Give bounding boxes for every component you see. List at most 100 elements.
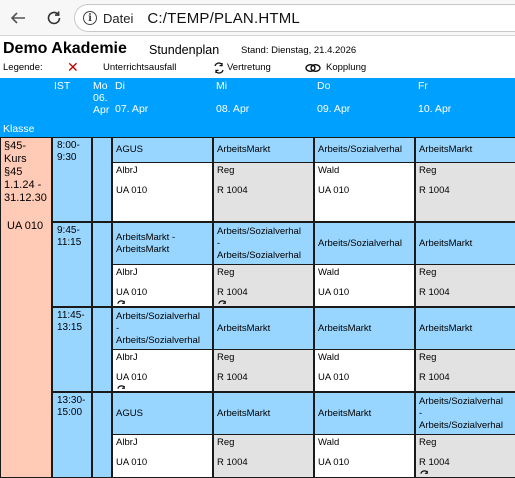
substitution-icon bbox=[217, 300, 228, 306]
scheme-label: Datei bbox=[103, 10, 134, 26]
lesson-subject[interactable]: Arbeits/Sozialverhal - Arbeits/Sozialverha… bbox=[213, 222, 314, 265]
header-day-do[interactable]: Do 09. Apr bbox=[314, 78, 415, 137]
lesson-room: UA 010 bbox=[116, 185, 148, 196]
lesson-details[interactable]: Reg R 1004 bbox=[415, 265, 515, 307]
lesson-subject-line-0: ArbeitsMarkt bbox=[318, 322, 372, 334]
lesson-room: UA 010 bbox=[116, 457, 148, 468]
lesson-teacher: Reg bbox=[419, 352, 437, 363]
lesson-subject-line-1: ArbeitsMarkt bbox=[116, 243, 170, 255]
klasse-line-3: 1.1.24 - bbox=[4, 179, 42, 191]
lesson-subject[interactable]: ArbeitsMarkt bbox=[213, 137, 314, 163]
header-ist-label: IST bbox=[54, 80, 71, 92]
lesson-teacher: Wald bbox=[318, 352, 340, 363]
time-slot: 8:00- 9:30 bbox=[52, 137, 92, 222]
lesson-subject-line-0: Arbeits/Sozialverhal bbox=[419, 395, 503, 407]
klasse-cell[interactable]: §45- Kurs §45 1.1.24 -31.12.30 UA 010 bbox=[0, 137, 52, 478]
header-day-name: Di bbox=[115, 80, 125, 92]
lesson-spacer bbox=[318, 449, 411, 457]
lesson-subject[interactable]: AGUS bbox=[112, 392, 213, 435]
reload-icon[interactable] bbox=[42, 6, 66, 30]
lesson-subject-line-0: ArbeitsMarkt - bbox=[116, 231, 176, 243]
header-day-name: Fr bbox=[418, 80, 428, 92]
time-line-0: 13:30- bbox=[57, 395, 86, 406]
lesson-details[interactable]: AlbrJ UA 010 bbox=[112, 350, 213, 392]
header-monday: Mo 06. Apr bbox=[92, 78, 112, 137]
lesson-subject[interactable]: ArbeitsMarkt bbox=[415, 307, 515, 350]
lesson-room: UA 010 bbox=[116, 372, 148, 383]
lesson-spacer bbox=[419, 279, 512, 287]
lesson-teacher: AlbrJ bbox=[116, 267, 138, 278]
lesson-room: UA 010 bbox=[318, 372, 350, 383]
lesson-details[interactable]: Wald UA 010 bbox=[314, 265, 415, 307]
header-klasse: Klasse bbox=[0, 78, 52, 137]
lesson-teacher: Wald bbox=[318, 267, 340, 278]
lesson-teacher: Wald bbox=[318, 165, 340, 176]
lesson-spacer bbox=[116, 279, 209, 287]
lesson-teacher: AlbrJ bbox=[116, 165, 138, 176]
lesson-details[interactable]: Reg R 1004 bbox=[415, 350, 515, 392]
klasse-line-4: 31.12.30 bbox=[4, 192, 47, 204]
header-day-date: 09. Apr bbox=[317, 103, 351, 115]
lesson-subject-line-0: AGUS bbox=[116, 407, 143, 419]
lesson-subject[interactable]: AGUS bbox=[112, 137, 213, 163]
lesson-subject-line-1: - bbox=[116, 322, 120, 334]
page-subtitle: Stundenplan bbox=[149, 43, 220, 57]
header-day-date: 10. Apr bbox=[418, 103, 452, 115]
lesson-room: R 1004 bbox=[217, 287, 248, 298]
lesson-details[interactable]: Reg R 1004 bbox=[415, 163, 515, 222]
lesson-room: UA 010 bbox=[116, 287, 148, 298]
coupling-icon bbox=[305, 63, 321, 76]
time-line-0: 11:45- bbox=[57, 310, 85, 321]
lesson-details[interactable]: Wald UA 010 bbox=[314, 163, 415, 222]
header-day-date: 08. Apr bbox=[216, 103, 250, 115]
lesson-details[interactable]: Reg R 1004 bbox=[213, 350, 314, 392]
klasse-line-0: §45- bbox=[4, 140, 27, 152]
lesson-subject[interactable]: ArbeitsMarkt bbox=[213, 307, 314, 350]
header-day-fr[interactable]: Fr 10. Apr bbox=[415, 78, 515, 137]
lesson-room: UA 010 bbox=[318, 287, 350, 298]
lesson-subject[interactable]: Arbeits/Sozialverhal - Arbeits/Sozialverha… bbox=[415, 392, 515, 435]
lesson-teacher: Reg bbox=[217, 437, 235, 448]
back-arrow-icon[interactable] bbox=[6, 6, 30, 30]
lesson-spacer bbox=[116, 449, 209, 457]
lesson-spacer bbox=[217, 364, 310, 372]
address-bar[interactable]: i Datei C:/TEMP/PLAN.HTML bbox=[74, 4, 515, 32]
url-text[interactable]: C:/TEMP/PLAN.HTML bbox=[147, 10, 300, 27]
lesson-subject[interactable]: ArbeitsMarkt bbox=[314, 307, 415, 350]
lesson-details[interactable]: Reg R 1004 bbox=[213, 265, 314, 307]
time-line-1: 13:15 bbox=[57, 322, 83, 333]
lesson-teacher: AlbrJ bbox=[116, 437, 138, 448]
lesson-details[interactable]: AlbrJ UA 010 bbox=[112, 265, 213, 307]
lesson-details[interactable]: Wald UA 010 bbox=[314, 350, 415, 392]
lesson-subject-line-0: Arbeits/Sozialverhal bbox=[217, 225, 301, 237]
lesson-subject[interactable]: Arbeits/Sozialverhal bbox=[314, 222, 415, 265]
substitution-icon bbox=[419, 470, 430, 477]
lesson-spacer bbox=[217, 449, 310, 457]
lesson-subject[interactable]: ArbeitsMarkt bbox=[415, 222, 515, 265]
legend-kopplung: Kopplung bbox=[326, 62, 367, 73]
lesson-subject[interactable]: ArbeitsMarkt bbox=[314, 392, 415, 435]
header-monday-line-1: 06. bbox=[93, 92, 108, 104]
klasse-room: UA 010 bbox=[7, 220, 44, 232]
header-day-mi[interactable]: Mi 08. Apr bbox=[213, 78, 314, 137]
header-klasse-label: Klasse bbox=[3, 123, 35, 135]
lesson-subject[interactable]: ArbeitsMarkt bbox=[213, 392, 314, 435]
info-icon[interactable]: i bbox=[83, 11, 97, 25]
lesson-teacher: Reg bbox=[419, 165, 437, 176]
lesson-room: R 1004 bbox=[217, 457, 248, 468]
klasse-line-1: Kurs bbox=[4, 153, 27, 165]
lesson-details[interactable]: Reg R 1004 bbox=[213, 163, 314, 222]
lesson-teacher: AlbrJ bbox=[116, 352, 138, 363]
time-line-1: 9:30 bbox=[57, 152, 77, 163]
lesson-room: UA 010 bbox=[318, 185, 350, 196]
lesson-subject[interactable]: ArbeitsMarkt - ArbeitsMarkt bbox=[112, 222, 213, 265]
header-day-di[interactable]: Di 07. Apr bbox=[112, 78, 213, 137]
time-slot: 9:45- 11:15 bbox=[52, 222, 92, 307]
lesson-subject[interactable]: Arbeits/Sozialverhal bbox=[314, 137, 415, 163]
lesson-subject[interactable]: ArbeitsMarkt bbox=[415, 137, 515, 163]
lesson-subject[interactable]: Arbeits/Sozialverhal - Arbeits/Sozialverha… bbox=[112, 307, 213, 350]
lesson-details[interactable]: AlbrJ UA 010 bbox=[112, 163, 213, 222]
lesson-subject-line-0: Arbeits/Sozialverhal bbox=[318, 237, 402, 249]
legend: Legende: ✕ Unterrichtsausfall Vertretung… bbox=[3, 60, 515, 76]
lesson-subject-line-0: ArbeitsMarkt bbox=[419, 237, 473, 249]
